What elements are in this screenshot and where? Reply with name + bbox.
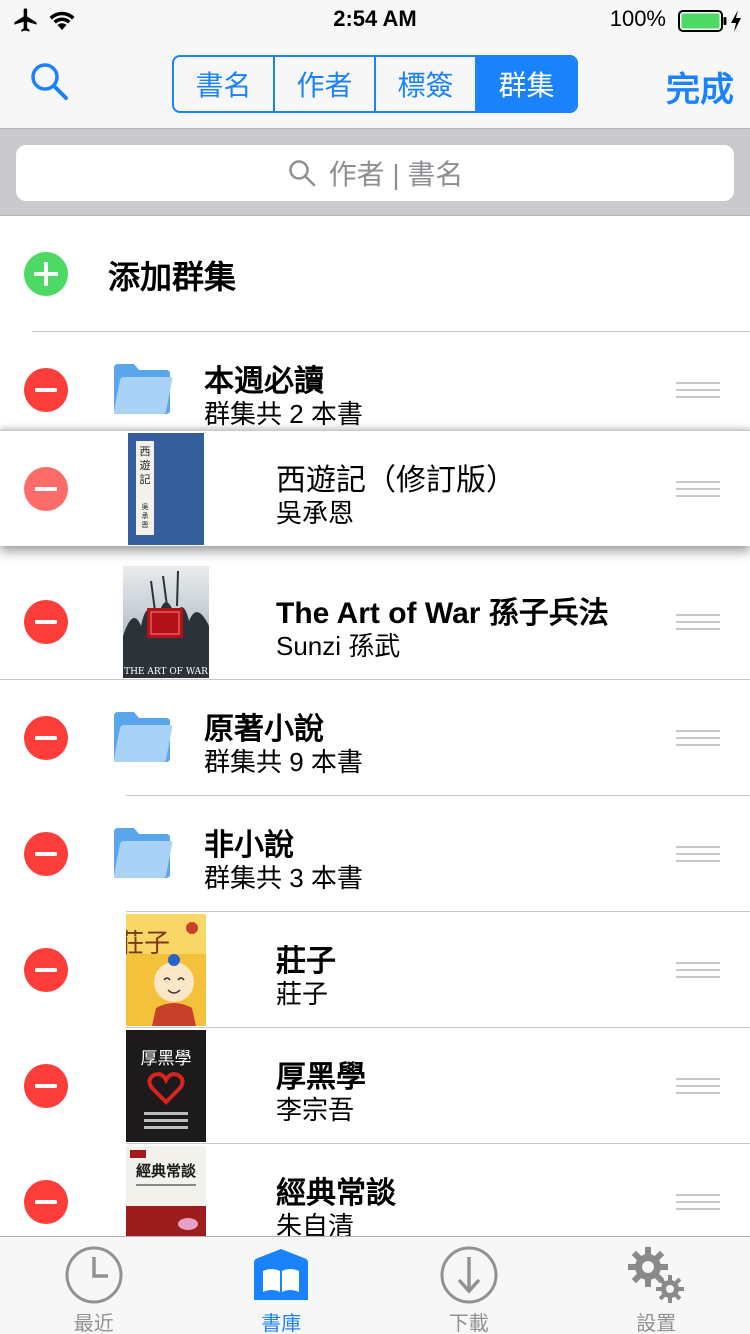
segment-author[interactable]: 作者 [275, 57, 376, 111]
list-item[interactable]: 厚黑學 厚黑學 李宗吾 [0, 1028, 750, 1144]
reorder-handle-icon[interactable] [676, 1078, 720, 1094]
cover-text: 恩 [142, 521, 149, 529]
reorder-handle-icon[interactable] [676, 962, 720, 978]
list-item[interactable]: 原著小說 群集共 9 本書 [0, 680, 750, 796]
book-cover-xiyouji: 西 遊 記 吳 承 恩 [128, 433, 204, 545]
folder-icon [113, 364, 173, 414]
item-subtitle: 李宗吾 [276, 1095, 355, 1125]
delete-icon[interactable] [24, 467, 68, 511]
reorder-handle-icon[interactable] [676, 1194, 720, 1210]
tab-label: 最近 [73, 1313, 114, 1334]
segment-label: 書名 [195, 70, 252, 101]
book-cover-jingdian: 經典常談 [126, 1146, 206, 1238]
delete-icon[interactable] [24, 1180, 68, 1224]
tab-bar: 最近 書庫 下載 設置 [0, 1236, 750, 1334]
tab-library[interactable]: 書庫 [188, 1237, 376, 1334]
charging-bolt-icon [731, 10, 741, 32]
tab-recent[interactable]: 最近 [0, 1237, 188, 1334]
cover-text: 厚黑學 [141, 1049, 192, 1069]
list-item[interactable]: THE ART OF WAR The Art of War 孫子兵法 Sunzi… [0, 564, 750, 680]
delete-icon[interactable] [24, 368, 68, 412]
cover-text: THE ART OF WAR [124, 667, 208, 677]
reorder-handle-icon[interactable] [676, 382, 720, 398]
item-subtitle: Sunzi 孫武 [276, 631, 401, 661]
list-item[interactable]: 非小說 群集共 3 本書 [0, 796, 750, 912]
cover-text: 遊 [140, 458, 151, 472]
cover-text: 承 [142, 511, 149, 520]
item-subtitle: 群集共 3 本書 [204, 863, 363, 893]
reorder-handle-icon[interactable] [676, 481, 720, 497]
search-area: 作者 | 書名 [0, 128, 750, 216]
search-icon [288, 160, 315, 187]
search-placeholder: 作者 | 書名 [328, 159, 464, 190]
book-cover-houheixue: 厚黑學 [126, 1030, 206, 1142]
delete-icon[interactable] [24, 832, 68, 876]
add-icon[interactable] [24, 252, 68, 296]
book-cover-zhuangzi: 莊子 [126, 914, 206, 1026]
search-icon[interactable] [28, 60, 72, 104]
tab-label: 下載 [448, 1313, 489, 1334]
tab-settings[interactable]: 設置 [563, 1237, 750, 1334]
book-cover-art-of-war: THE ART OF WAR [123, 566, 209, 678]
download-icon [440, 1246, 498, 1304]
tab-label: 書庫 [261, 1313, 302, 1334]
segment-label: 標簽 [397, 70, 454, 101]
cover-text: 經典常談 [136, 1162, 197, 1180]
library-icon [254, 1249, 309, 1300]
delete-icon[interactable] [24, 600, 68, 644]
add-collection-label: 添加群集 [108, 259, 237, 295]
list-item-dragging[interactable]: 西 遊 記 吳 承 恩 西遊記（修訂版） 吳承恩 [0, 430, 750, 546]
delete-icon[interactable] [24, 716, 68, 760]
segment-label: 群集 [498, 70, 555, 101]
cover-text: 莊子 [126, 929, 170, 959]
segment-title[interactable]: 書名 [174, 57, 275, 111]
add-collection-row[interactable]: 添加群集 [0, 216, 750, 332]
cover-text: 西 [140, 445, 151, 458]
folder-icon [113, 828, 173, 878]
reorder-handle-icon[interactable] [676, 614, 720, 630]
status-bar: 2:54 AM 100% [0, 0, 750, 40]
delete-icon[interactable] [24, 948, 68, 992]
segment-label: 作者 [296, 70, 353, 101]
filter-segmented-control: 書名 作者 標簽 群集 [172, 55, 578, 113]
cover-text: 吳 [142, 503, 149, 511]
item-subtitle: 莊子 [276, 979, 329, 1009]
clock-icon [65, 1246, 123, 1304]
nav-bar: 書名 作者 標簽 群集 完成 [0, 40, 750, 128]
segment-collections[interactable]: 群集 [477, 57, 576, 111]
reorder-handle-icon[interactable] [676, 730, 720, 746]
cover-text: 記 [140, 472, 151, 486]
tab-label: 設置 [636, 1313, 677, 1334]
battery-percent: 100% [609, 6, 666, 31]
list-item[interactable]: 莊子 莊子 莊子 [0, 912, 750, 1028]
segment-tags[interactable]: 標簽 [376, 57, 477, 111]
folder-icon [113, 712, 173, 762]
battery-icon [678, 10, 727, 32]
item-subtitle: 群集共 2 本書 [204, 399, 363, 429]
item-subtitle: 群集共 9 本書 [204, 747, 363, 777]
tab-downloads[interactable]: 下載 [375, 1237, 563, 1334]
done-button[interactable]: 完成 [666, 62, 734, 111]
delete-icon[interactable] [24, 1064, 68, 1108]
search-input[interactable]: 作者 | 書名 [16, 145, 734, 201]
gear-icon [628, 1247, 685, 1303]
item-subtitle: 吳承恩 [276, 498, 355, 528]
reorder-handle-icon[interactable] [676, 846, 720, 862]
